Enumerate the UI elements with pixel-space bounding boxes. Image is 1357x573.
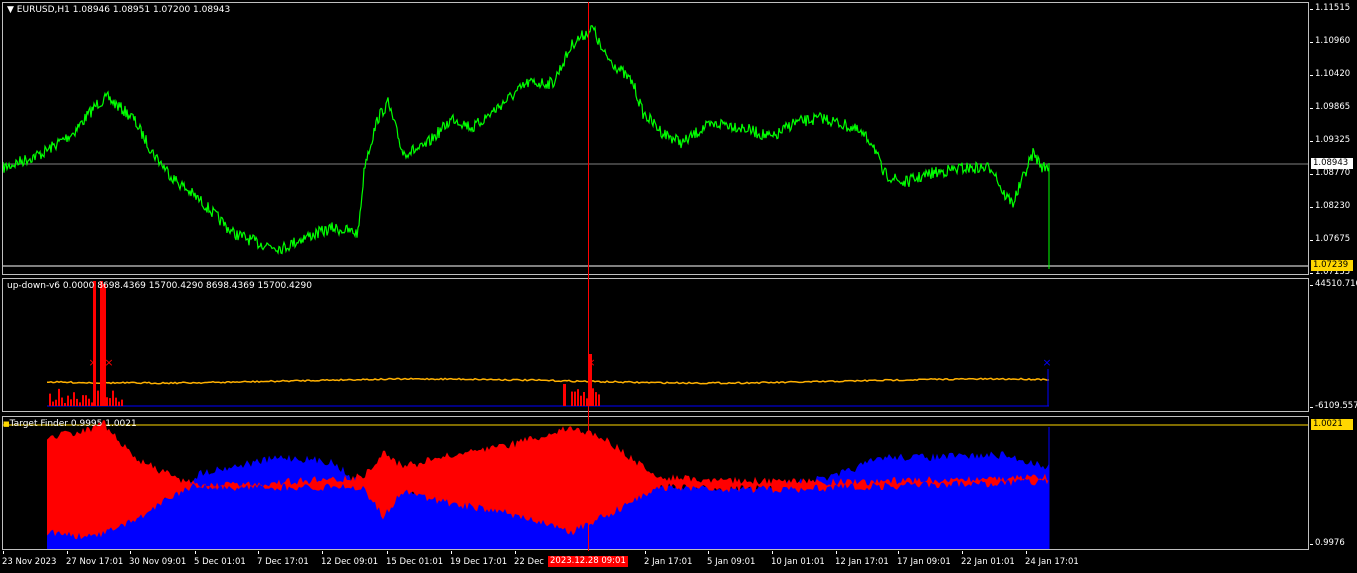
updown-small-bar — [109, 398, 111, 406]
updown-small-bar — [85, 395, 87, 406]
symbol-title: EURUSD,H1 — [16, 5, 70, 15]
updown-small-bar — [100, 390, 102, 406]
updown-small-bar — [592, 388, 594, 406]
updown-small-bar — [70, 399, 72, 406]
time-axis-label: 7 Dec 17:01 — [257, 557, 309, 567]
updown-small-bar — [103, 390, 105, 406]
updown-spike-bar — [93, 281, 96, 406]
price-series-line — [3, 25, 1050, 255]
target-finder-chart — [3, 420, 1308, 549]
updown-small-bar — [115, 397, 117, 406]
updown-small-bar — [49, 393, 51, 406]
time-axis-label: 27 Nov 17:01 — [66, 557, 124, 567]
price-chart-pane[interactable]: ▼ EURUSD,H1 1.08946 1.08951 1.07200 1.08… — [2, 2, 1309, 275]
updown-signal-marker: × — [88, 356, 97, 369]
updown-axis-bottom: -6109.557 — [1315, 401, 1357, 411]
updown-small-bar — [58, 388, 60, 406]
updown-small-bar — [583, 392, 585, 406]
updown-small-bar — [112, 390, 114, 406]
price-pane-header: ▼ EURUSD,H1 1.08946 1.08951 1.07200 1.08… — [7, 5, 230, 15]
updown-signal-marker: × — [104, 356, 113, 369]
time-axis-label: 19 Dec 17:01 — [450, 557, 508, 567]
updown-small-bar — [598, 394, 600, 406]
updown-small-bar — [88, 398, 90, 406]
time-axis-label: 15 Dec 01:01 — [386, 557, 444, 567]
updown-small-bar — [577, 389, 579, 406]
time-axis-label: 2 Jan 17:01 — [644, 557, 693, 567]
current-price-label: 1.08943 — [1311, 158, 1353, 169]
target-values: 0.9995 1.0021 — [70, 419, 137, 429]
updown-small-bar — [589, 396, 591, 406]
time-axis-label: 22 Dec — [514, 557, 544, 567]
updown-small-bar — [64, 402, 66, 406]
updown-small-bar — [97, 390, 99, 406]
updown-small-bar — [118, 401, 120, 406]
updown-small-bar — [55, 399, 57, 406]
ohlc-values: 1.08946 1.08951 1.07200 1.08943 — [72, 5, 231, 15]
updown-chart: × ×× × × — [46, 281, 1052, 407]
updown-spike-bar — [103, 284, 106, 406]
time-axis-label: 24 Jan 17:01 — [1025, 557, 1079, 567]
updown-small-bar — [67, 395, 69, 406]
crosshair-vertical-line — [588, 2, 589, 551]
updown-small-bar — [94, 396, 96, 406]
time-axis-label: 12 Dec 09:01 — [321, 557, 379, 567]
time-axis-label: 5 Jan 09:01 — [707, 557, 756, 567]
updown-average-line — [46, 377, 1050, 385]
target-current-label: 1.0021 — [1311, 419, 1353, 430]
updown-small-bar — [79, 402, 81, 406]
updown-small-bar — [76, 398, 78, 406]
updown-small-bar — [61, 397, 63, 406]
updown-small-bar — [571, 391, 573, 406]
updown-small-bar — [121, 399, 123, 406]
updown-axis: 44510.716 -6109.557 — [1310, 278, 1357, 412]
time-axis-label: 17 Jan 09:01 — [897, 557, 951, 567]
updown-small-bar — [574, 391, 576, 406]
target-title: Target Finder — [9, 419, 69, 429]
time-axis-label: 5 Dec 01:01 — [194, 557, 246, 567]
updown-small-bar — [73, 392, 75, 406]
target-finder-pane[interactable]: ■Target Finder 0.9995 1.0021 — [2, 416, 1309, 550]
updown-small-bar — [52, 401, 54, 406]
updown-small-bar — [106, 397, 108, 406]
updown-spike-bar — [100, 281, 103, 406]
price-line-chart — [3, 25, 1308, 269]
updown-small-bar — [82, 395, 84, 406]
updown-axis-top: 44510.716 — [1315, 279, 1357, 289]
price-axis[interactable]: 1.11515 1.10960 1.10420 1.09865 1.09325 1.087… — [1310, 2, 1357, 277]
indicator-title: up-down-v6 — [7, 281, 61, 291]
updown-small-bar — [595, 392, 597, 406]
updown-spike-bar — [563, 384, 566, 406]
updown-indicator-pane[interactable]: up-down-v6 0.0000 8698.4369 15700.4290 8… — [2, 278, 1309, 412]
time-axis-label: 22 Jan 01:01 — [961, 557, 1015, 567]
updown-small-bar — [580, 395, 582, 406]
time-axis-label: 10 Jan 01:01 — [771, 557, 825, 567]
target-pane-header: ■Target Finder 0.9995 1.0021 — [3, 419, 137, 429]
time-axis-label: 23 Nov 2023 — [2, 557, 57, 567]
time-axis[interactable]: 23 Nov 2023 27 Nov 17:01 30 Nov 09:01 5 Dec… — [0, 551, 1357, 573]
target-axis: 0.9976 — [1310, 416, 1357, 550]
updown-small-bar — [91, 402, 93, 406]
target-axis-bottom: 0.9976 — [1315, 538, 1345, 548]
updown-pane-header: up-down-v6 0.0000 8698.4369 15700.4290 8… — [7, 281, 312, 291]
low-price-label: 1.07239 — [1311, 260, 1353, 271]
crosshair-time-label: 2023.12.28 09:01 — [548, 556, 628, 567]
time-axis-label: 30 Nov 09:01 — [129, 557, 187, 567]
time-axis-label: 12 Jan 17:01 — [835, 557, 889, 567]
indicator-values: 0.0000 8698.4369 15700.4290 8698.4369 15… — [62, 281, 312, 291]
updown-signal-marker: × — [1042, 356, 1051, 369]
collapse-triangle-icon[interactable]: ▼ — [7, 5, 14, 15]
